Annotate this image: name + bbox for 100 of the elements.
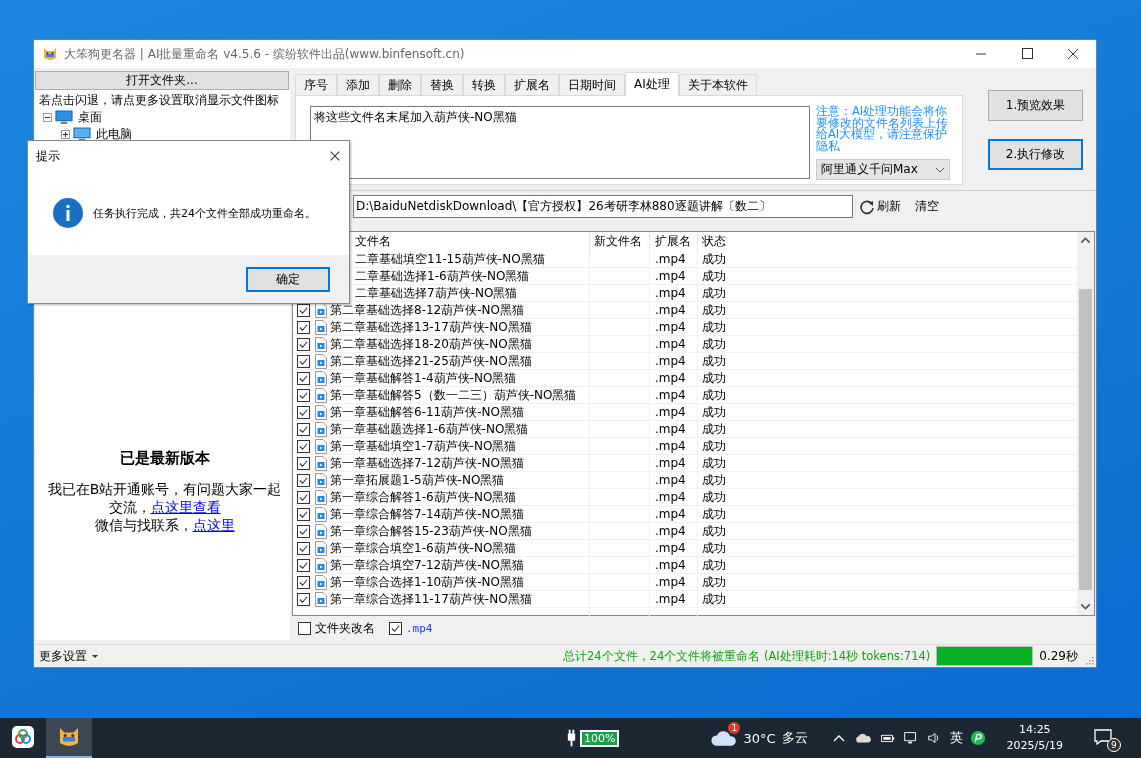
checkbox[interactable]	[298, 622, 311, 635]
column-header[interactable]: 新文件名	[590, 232, 650, 251]
table-cell: 第一章基础填空1-7葫芦侠-NO黑猫	[330, 438, 517, 454]
table-cell: 第一章综合解答1-6葫芦侠-NO黑猫	[330, 489, 517, 505]
date: 2025/5/19	[1006, 738, 1063, 754]
checkbox[interactable]	[297, 354, 310, 368]
table-cell: .mp4	[655, 405, 686, 419]
table-cell: .mp4	[655, 575, 686, 589]
expand-icon[interactable]	[61, 130, 70, 139]
video-file-icon	[315, 472, 327, 488]
checkbox[interactable]	[297, 337, 310, 351]
table-cell: .mp4	[655, 507, 686, 521]
table-cell: .mp4	[655, 354, 686, 368]
path-field[interactable]: D:\BaiduNetdiskDownload\【官方授权】26考研李林880逐题讲解〔数二〕	[353, 195, 853, 218]
option-label[interactable]: .mp4	[406, 622, 433, 635]
table-cell: 成功	[702, 506, 726, 522]
link[interactable]: 点这里查看	[150, 499, 221, 515]
table-cell: 二章基础选择7葫芦侠-NO黑猫	[355, 285, 518, 301]
video-file-icon	[315, 523, 327, 539]
tab[interactable]: 序号	[295, 74, 337, 95]
video-file-icon	[315, 489, 327, 505]
tree-item[interactable]: 此电脑	[94, 126, 134, 143]
notification-badge: 1	[728, 722, 741, 734]
contact-text: 我已在B站开通账号，有问题大家一起交流，点这里查看	[46, 480, 283, 516]
notification-icon[interactable]	[1093, 728, 1113, 746]
clear-button[interactable]: 清空	[913, 196, 941, 217]
table-cell: 第一章综合选择11-17葫芦侠-NO黑猫	[330, 591, 532, 607]
dog-icon	[42, 46, 58, 62]
tree-item[interactable]: 桌面	[76, 109, 104, 126]
rings-icon	[11, 725, 35, 749]
checkbox[interactable]	[297, 592, 310, 606]
video-file-icon	[315, 574, 327, 590]
clock[interactable]: 14:25 2025/5/19	[1006, 722, 1063, 754]
battery-indicator: 100%	[580, 729, 620, 747]
table-cell: .mp4	[655, 388, 686, 402]
link[interactable]: 点这里	[192, 517, 235, 533]
checkbox[interactable]	[297, 524, 310, 538]
checkbox[interactable]	[297, 439, 310, 453]
table-cell: 成功	[702, 455, 726, 471]
action-button[interactable]: 1.预览效果	[988, 90, 1083, 121]
table-cell: 第一章基础解答5（数一二三）葫芦侠-NO黑猫	[330, 387, 577, 403]
model-dropdown[interactable]: 阿里通义千问Max	[816, 159, 950, 180]
open-folder-button[interactable]: 打开文件夹...	[35, 71, 289, 90]
tab[interactable]: 替换	[421, 74, 463, 95]
action-button[interactable]: 2.执行修改	[988, 139, 1083, 170]
circle-logo-icon[interactable]	[968, 730, 987, 746]
checkbox[interactable]	[297, 575, 310, 589]
checkbox[interactable]	[297, 388, 310, 402]
checkbox[interactable]	[297, 507, 310, 521]
checkbox[interactable]	[297, 490, 310, 504]
tab[interactable]: 日期时间	[559, 74, 625, 95]
checkbox[interactable]	[389, 622, 402, 635]
tab[interactable]: 关于本软件	[678, 74, 757, 95]
table-cell: 成功	[702, 302, 726, 318]
table-cell: 成功	[702, 285, 726, 301]
table-cell: 成功	[702, 574, 726, 590]
refresh-button[interactable]: 刷新	[857, 196, 903, 217]
checkbox[interactable]	[297, 558, 310, 572]
table-cell: 成功	[702, 404, 726, 420]
table-cell: 成功	[702, 251, 726, 267]
scrollbar[interactable]	[1077, 232, 1094, 615]
option-label[interactable]: 文件夹改名	[315, 620, 375, 637]
tab[interactable]: 删除	[379, 74, 421, 95]
tab[interactable]: 扩展名	[505, 74, 559, 95]
table-cell: .mp4	[655, 303, 686, 317]
table-cell: .mp4	[655, 286, 686, 300]
table-cell: 成功	[702, 268, 726, 284]
video-file-icon	[315, 319, 327, 335]
checkbox[interactable]	[297, 456, 310, 470]
table-cell: .mp4	[655, 473, 686, 487]
video-file-icon	[315, 336, 327, 352]
checkbox[interactable]	[297, 405, 310, 419]
collapse-icon[interactable]	[43, 113, 52, 122]
column-header[interactable]: 状态	[698, 232, 1077, 251]
checkbox[interactable]	[297, 371, 310, 385]
more-settings-menu[interactable]: 更多设置	[39, 647, 99, 665]
checkbox[interactable]	[297, 541, 310, 555]
column-header[interactable]: 扩展名	[650, 232, 698, 251]
table-cell: .mp4	[655, 252, 686, 266]
resize-grip-icon[interactable]	[1084, 655, 1094, 665]
ok-button[interactable]: 确定	[246, 266, 330, 292]
table-cell: 第一章基础题选择1-6葫芦侠-NO黑猫	[330, 421, 529, 437]
prompt-field[interactable]: 将这些文件名末尾加入葫芦侠-NO黑猫	[310, 106, 810, 179]
checkbox[interactable]	[297, 422, 310, 436]
plug-icon	[566, 728, 577, 748]
video-file-icon	[315, 421, 327, 437]
input-method-indicator[interactable]: 英	[949, 729, 963, 747]
checkbox[interactable]	[297, 473, 310, 487]
chevron-down-icon	[935, 166, 945, 173]
checkbox[interactable]	[297, 320, 310, 334]
table-cell: 第一章基础解答6-11葫芦侠-NO黑猫	[330, 404, 524, 420]
tab[interactable]: AI处理	[625, 72, 679, 96]
monitor-icon	[55, 110, 73, 125]
tab[interactable]: 转换	[463, 74, 505, 95]
close-icon[interactable]	[329, 150, 341, 162]
update-status: 已是最新版本	[118, 449, 211, 468]
dialog-title: 提示	[36, 147, 60, 165]
table-cell: .mp4	[655, 269, 686, 283]
tab[interactable]: 添加	[337, 74, 379, 95]
table-cell: 二章基础填空11-15葫芦侠-NO黑猫	[355, 251, 545, 267]
